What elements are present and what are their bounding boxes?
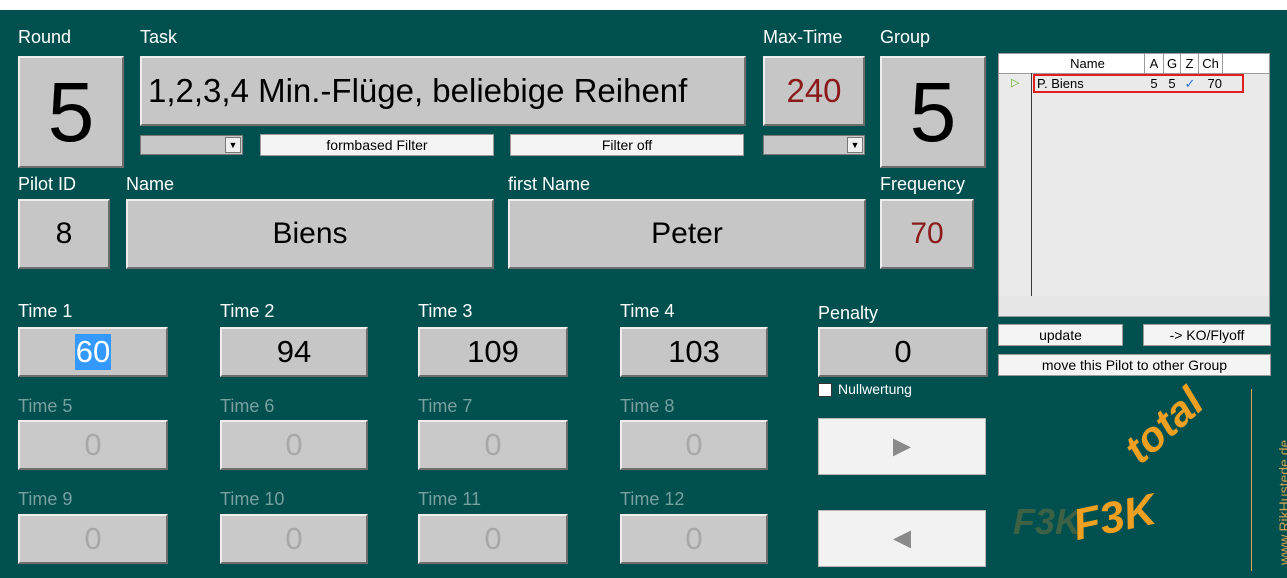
group-label: Group (880, 27, 931, 47)
current-row-indicator-icon: ▷ (1011, 77, 1020, 89)
filter-off-button[interactable]: Filter off (510, 134, 744, 156)
penalty-field[interactable]: 0 (818, 327, 988, 377)
time-5-field: 0 (18, 420, 168, 470)
round-label: Round (18, 27, 72, 47)
time-1-field[interactable]: 60 (18, 327, 168, 377)
update-button[interactable]: update (998, 324, 1123, 346)
time-3-label: Time 3 (418, 301, 473, 321)
ko-flyoff-button[interactable]: -> KO/Flyoff (1143, 324, 1271, 346)
time-2-label: Time 2 (220, 301, 275, 321)
frequency-field[interactable]: 70 (880, 199, 974, 269)
time-5-label: Time 5 (18, 396, 73, 416)
time-12-label: Time 12 (620, 489, 685, 509)
grid-header-a[interactable]: A (1144, 54, 1163, 73)
time-12-field: 0 (620, 514, 768, 564)
time-10-field: 0 (220, 514, 368, 564)
grid-cell-z-check-icon[interactable]: ✓ (1182, 74, 1198, 93)
time-8-label: Time 8 (620, 396, 675, 416)
time-6-field: 0 (220, 420, 368, 470)
f3k-total-logo: F3K F3K total www.RikHustede.de (995, 378, 1287, 575)
pilot-id-field[interactable]: 8 (18, 199, 110, 269)
app-window: Round 5 Task 1,2,3,4 Min.-Flüge, beliebi… (0, 10, 1287, 578)
time-2-field[interactable]: 94 (220, 327, 368, 377)
time-1-selected-text: 60 (74, 334, 112, 370)
time-11-label: Time 11 (418, 489, 482, 509)
chevron-down-icon[interactable]: ▼ (225, 137, 241, 153)
logo-total-text: total (1114, 378, 1213, 473)
time-4-label: Time 4 (620, 301, 675, 321)
nullwertung-checkbox[interactable] (818, 383, 832, 397)
grid-header-name[interactable]: Name (1031, 54, 1144, 73)
name-label: Name (126, 174, 175, 194)
max-time-select[interactable]: ▼ (763, 135, 865, 155)
time-8-field: 0 (620, 420, 768, 470)
name-field[interactable]: Biens (126, 199, 494, 269)
grid-footer (999, 296, 1269, 316)
time-10-label: Time 10 (220, 489, 285, 509)
task-label: Task (140, 27, 178, 47)
time-9-label: Time 9 (18, 489, 73, 509)
time-7-label: Time 7 (418, 396, 473, 416)
task-select[interactable]: ▼ (140, 135, 243, 155)
time-7-field: 0 (418, 420, 568, 470)
nullwertung-label: Nullwertung (838, 381, 912, 397)
logo-f3k-text: F3K (1068, 484, 1161, 551)
grid-header-z[interactable]: Z (1180, 54, 1198, 73)
time-6-label: Time 6 (220, 396, 275, 416)
logo-divider (1251, 389, 1252, 571)
grid-cell-a[interactable]: 5 (1147, 74, 1161, 93)
next-button[interactable]: ► (818, 418, 986, 475)
pilot-id-label: Pilot ID (18, 174, 77, 194)
time-1-label: Time 1 (18, 301, 73, 321)
grid-header: Name A G Z Ch (999, 54, 1269, 74)
arrow-left-icon: ◄ (887, 521, 917, 555)
grid-cell-name[interactable]: P. Biens (1037, 74, 1137, 93)
max-time-field[interactable]: 240 (763, 56, 865, 126)
time-11-field: 0 (418, 514, 568, 564)
first-name-label: first Name (508, 174, 591, 194)
formbased-filter-button[interactable]: formbased Filter (260, 134, 494, 156)
penalty-label: Penalty (818, 303, 879, 323)
group-value-field[interactable]: 5 (880, 56, 986, 168)
previous-button[interactable]: ◄ (818, 510, 986, 567)
arrow-right-icon: ► (887, 429, 917, 463)
grid-row[interactable]: ▷ P. Biens 5 5 ✓ 70 (999, 74, 1269, 93)
time-9-field: 0 (18, 514, 168, 564)
frequency-label: Frequency (880, 174, 966, 194)
pilot-grid[interactable]: Name A G Z Ch ▷ P. Biens 5 5 ✓ 70 (998, 53, 1270, 317)
chevron-down-icon[interactable]: ▼ (847, 137, 863, 153)
time-4-field[interactable]: 103 (620, 327, 768, 377)
max-time-label: Max-Time (763, 27, 843, 47)
grid-cell-ch[interactable]: 70 (1200, 74, 1222, 93)
grid-header-g[interactable]: G (1163, 54, 1180, 73)
grid-divider (1031, 73, 1032, 296)
logo-url-text: www.RikHustede.de (1276, 439, 1287, 565)
task-field[interactable]: 1,2,3,4 Min.-Flüge, beliebige Reihenf (140, 56, 746, 126)
time-3-field[interactable]: 109 (418, 327, 568, 377)
first-name-field[interactable]: Peter (508, 199, 866, 269)
round-value-field[interactable]: 5 (18, 56, 124, 168)
move-pilot-button[interactable]: move this Pilot to other Group (998, 354, 1271, 376)
grid-cell-g[interactable]: 5 (1165, 74, 1179, 93)
grid-header-ch[interactable]: Ch (1198, 54, 1223, 73)
